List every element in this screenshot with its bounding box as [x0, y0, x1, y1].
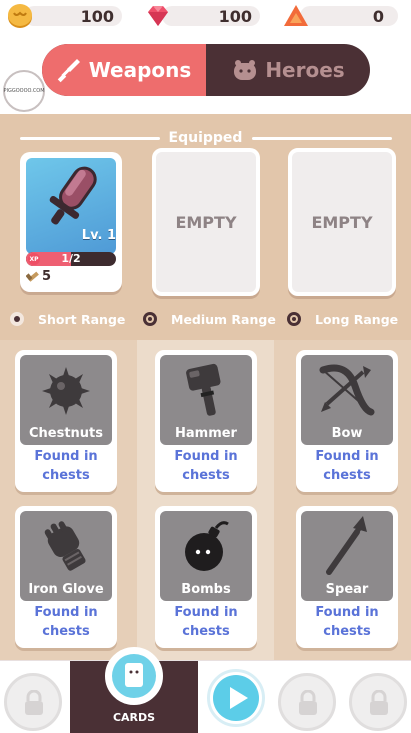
- weapon-card-spear[interactable]: Spear Found in chests: [296, 506, 398, 648]
- range-long[interactable]: Long Range: [287, 310, 398, 328]
- tab-heroes-label: Heroes: [265, 58, 345, 82]
- found-text: Found in: [34, 449, 98, 464]
- sponsor-text: PIGGOOOO.COM: [3, 88, 45, 94]
- sword-icon: [57, 59, 80, 83]
- equipped-weapon-card[interactable]: Lv. 1 1/2 XP 5: [20, 152, 122, 292]
- chestnut-icon: [42, 367, 90, 415]
- weapon-card-hammer[interactable]: Hammer Found in chests: [155, 350, 257, 492]
- weapon-name: Iron Glove: [28, 582, 104, 597]
- coins-value: 100: [80, 7, 114, 26]
- weapon-name: Bow: [331, 426, 363, 441]
- bow-icon: [319, 364, 375, 416]
- cards-icon: [125, 663, 143, 687]
- tab-switcher: Weapons Heroes: [42, 44, 370, 96]
- weapon-card-chestnuts[interactable]: Chestnuts Found in chests: [15, 350, 117, 492]
- coins-counter: 100: [6, 3, 122, 29]
- tab-weapons[interactable]: Weapons: [42, 44, 206, 96]
- spear-icon: [326, 516, 367, 575]
- found-text: chests: [182, 624, 230, 639]
- empty-slot-medium[interactable]: EMPTY: [152, 148, 260, 296]
- found-text: Found in: [174, 449, 238, 464]
- weapon-card-bombs[interactable]: Bombs Found in chests: [155, 506, 257, 648]
- radio-long[interactable]: [287, 312, 301, 326]
- tab-weapons-label: Weapons: [88, 58, 192, 82]
- weapon-count-icon: [26, 271, 39, 282]
- weapon-name: Chestnuts: [28, 426, 104, 441]
- equipped-title: Equipped: [168, 130, 243, 146]
- club-icon: [49, 166, 97, 225]
- play-icon: [230, 687, 248, 709]
- empty-slot-long[interactable]: EMPTY: [288, 148, 396, 296]
- tickets-value: 0: [372, 7, 384, 26]
- bomb-icon: [185, 521, 229, 571]
- xp-bar: 1/2 XP: [26, 252, 116, 266]
- range-medium-label: Medium Range: [171, 311, 276, 327]
- sponsor-badge[interactable]: PIGGOOOO.COM: [3, 70, 45, 112]
- lock-icon: [299, 690, 317, 715]
- weapon-level: Lv. 1: [81, 228, 116, 243]
- found-text: chests: [323, 624, 371, 639]
- gems-value: 100: [218, 7, 252, 26]
- locked-nav-button-3[interactable]: [349, 673, 407, 731]
- tickets-counter: 0: [282, 3, 398, 29]
- bottom-nav: CARDS: [0, 647, 411, 733]
- tabs-area: Weapons Heroes PIGGOOOO.COM: [0, 32, 411, 114]
- weapon-name: Spear: [325, 582, 369, 597]
- hero-face-icon: [234, 60, 257, 80]
- locked-nav-button-1[interactable]: [4, 673, 62, 731]
- cards-nav-label: CARDS: [112, 711, 156, 724]
- iron-glove-icon: [44, 521, 86, 571]
- empty-slot-label: EMPTY: [311, 212, 373, 232]
- empty-slot-label: EMPTY: [175, 212, 237, 232]
- xp-badge: XP: [28, 253, 40, 265]
- lock-icon: [25, 690, 43, 715]
- weapon-grid: Chestnuts Found in chests Hammer Found i…: [0, 340, 411, 660]
- hammer-icon: [186, 363, 221, 416]
- found-text: chests: [182, 468, 230, 483]
- found-text: chests: [323, 468, 371, 483]
- range-long-label: Long Range: [315, 311, 399, 327]
- currency-bar: 100 100 0: [0, 0, 411, 32]
- tab-heroes[interactable]: Heroes: [208, 44, 370, 96]
- gems-counter: 100: [144, 3, 260, 29]
- weapon-name: Bombs: [181, 582, 231, 597]
- range-medium[interactable]: Medium Range: [143, 310, 276, 328]
- lock-icon: [370, 690, 388, 715]
- cards-icon-circle[interactable]: [105, 647, 163, 705]
- gem-icon: [148, 6, 168, 26]
- range-short-label: Short Range: [38, 311, 126, 327]
- locked-nav-button-2[interactable]: [278, 673, 336, 731]
- found-text: chests: [42, 468, 90, 483]
- weapon-name: Hammer: [175, 426, 237, 441]
- radio-short[interactable]: [10, 312, 24, 326]
- weapon-card-iron-glove[interactable]: Iron Glove Found in chests: [15, 506, 117, 648]
- equipped-panel: Equipped Lv. 1 1/2 XP 5 EMPTY EMPTY Shor…: [0, 114, 411, 340]
- coin-icon: [8, 4, 32, 28]
- triangle-icon: [284, 5, 308, 26]
- found-text: chests: [42, 624, 90, 639]
- found-text: Found in: [315, 605, 379, 620]
- found-text: Found in: [174, 605, 238, 620]
- found-text: Found in: [34, 605, 98, 620]
- range-short[interactable]: Short Range: [10, 310, 125, 328]
- weapon-card-bow[interactable]: Bow Found in chests: [296, 350, 398, 492]
- radio-medium[interactable]: [143, 312, 157, 326]
- weapon-count: 5: [42, 269, 52, 284]
- play-button[interactable]: [207, 669, 265, 727]
- found-text: Found in: [315, 449, 379, 464]
